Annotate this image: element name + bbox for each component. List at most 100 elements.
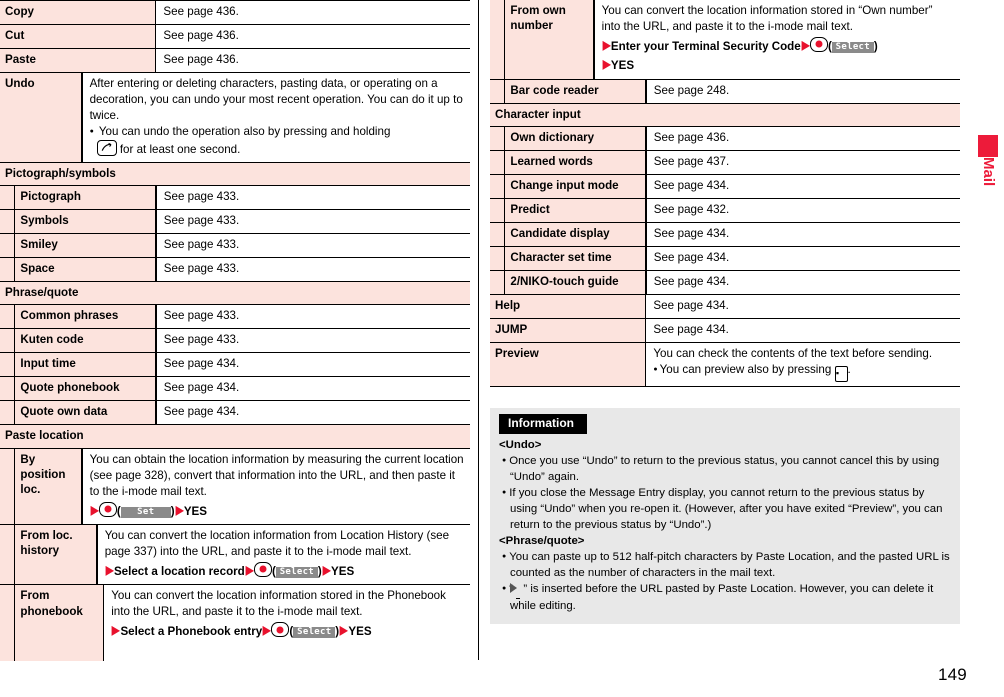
indent-spacer: [490, 151, 504, 174]
indent-spacer: [0, 401, 14, 425]
section-label: Character input: [490, 103, 960, 127]
right-column: From own number You can convert the loca…: [490, 0, 960, 625]
step-label: Enter your Terminal Security Code: [610, 39, 801, 53]
indent-spacer: [490, 270, 504, 294]
table-row: Input time See page 434.: [0, 352, 470, 377]
row-desc-text: You can convert the location information…: [104, 528, 450, 558]
information-bullet: You can paste up to 512 half-pitch chara…: [499, 550, 951, 582]
row-desc: See page 434.: [646, 175, 960, 198]
row-desc: You can convert the location information…: [104, 585, 470, 662]
step-label: YES: [610, 59, 635, 73]
indent-spacer: [0, 186, 14, 210]
row-label: From loc. history: [15, 524, 97, 585]
select-key-icon: [809, 36, 828, 52]
paste-marker-icon: [510, 582, 521, 600]
step-label: Select a Phonebook entry: [120, 625, 263, 639]
row-label: JUMP: [490, 318, 645, 342]
table-row: Candidate display See page 434.: [490, 221, 960, 246]
row-desc: See page 433.: [156, 305, 470, 329]
table-row: JUMP See page 434.: [490, 317, 960, 342]
row-desc-text: You can check the contents of the text b…: [653, 346, 933, 360]
row-desc: See page 436.: [646, 127, 960, 151]
table-row: By position loc. You can obtain the loca…: [0, 447, 470, 524]
row-desc: See page 434.: [646, 270, 960, 294]
operation-sequence: ▶(Set)▶YES: [90, 501, 464, 520]
row-label: Character set time: [505, 246, 646, 270]
indent-spacer: [490, 127, 504, 151]
table-row: Copy See page 436.: [0, 0, 470, 24]
step-label: YES: [183, 504, 208, 518]
row-desc-text: You can obtain the location information …: [89, 452, 464, 498]
step-arrow-icon: ▶: [90, 502, 99, 517]
row-label: Pictograph: [15, 186, 156, 210]
table-row: Quote phonebook See page 434.: [0, 376, 470, 401]
indent-spacer: [0, 329, 14, 353]
table-row: 2/NIKO-touch guide See page 434.: [490, 269, 960, 294]
row-label: Own dictionary: [505, 127, 646, 151]
operation-sequence: ▶Enter your Terminal Security Code▶(Sele…: [602, 36, 954, 75]
table-row: Predict See page 432.: [490, 197, 960, 222]
row-bullet-text: You can undo the operation also by press…: [98, 124, 391, 138]
table-row: Learned words See page 437.: [490, 150, 960, 174]
row-desc: You can convert the location information…: [97, 524, 470, 585]
manual-page: Copy See page 436. Cut See page 436. Pas…: [0, 0, 1004, 697]
row-label: Predict: [505, 198, 646, 222]
select-key-icon: [254, 561, 272, 577]
preview-key-icon: ▪: [834, 365, 848, 382]
information-bullet: If you close the Message Entry display, …: [499, 486, 951, 534]
operation-sequence: ▶Select a Phonebook entry▶(Select)▶YES: [111, 621, 464, 640]
table-row: From phonebook You can convert the locat…: [0, 584, 470, 662]
step-arrow-icon: ▶: [801, 37, 810, 52]
row-label: Copy: [0, 1, 155, 24]
row-label: Preview: [490, 342, 645, 386]
operation-sequence: ▶Select a location record▶(Select)▶YES: [105, 561, 464, 580]
step-arrow-icon: ▶: [602, 57, 611, 72]
row-desc: See page 434.: [646, 318, 960, 342]
row-desc: See page 433.: [156, 329, 470, 353]
row-label: Smiley: [15, 234, 156, 258]
row-label: Cut: [0, 24, 155, 48]
row-label: Symbols: [15, 210, 156, 234]
row-desc: See page 434.: [646, 222, 960, 246]
row-desc: See page 433.: [156, 210, 470, 234]
step-arrow-icon: ▶: [175, 502, 184, 517]
row-desc: You can convert the location information…: [594, 0, 960, 79]
row-desc: See page 248.: [646, 79, 960, 103]
row-desc: See page 433.: [156, 258, 470, 282]
indent-spacer: [0, 448, 14, 524]
table-row: Character set time See page 434.: [490, 245, 960, 270]
table-row: Change input mode See page 434.: [490, 174, 960, 198]
indent-spacer: [490, 175, 504, 198]
indent-spacer: [0, 353, 14, 377]
section-row: Phrase/quote: [0, 281, 470, 305]
row-bullet: You can preview also by pressing ▪.: [653, 362, 954, 382]
section-tab-label: Mail: [980, 157, 997, 187]
paren-close: ): [873, 39, 878, 53]
indent-spacer: [0, 377, 14, 401]
information-bullet: Once you use “Undo” to return to the pre…: [499, 454, 951, 486]
information-heading: <Undo>: [499, 438, 542, 451]
information-bullet-text: ” is inserted before the URL pasted by P…: [510, 583, 934, 613]
row-label: Bar code reader: [505, 79, 646, 103]
softkey-label: Select: [831, 41, 874, 53]
table-row: Paste See page 436.: [0, 47, 470, 72]
select-key-icon: [271, 622, 290, 638]
column-divider: [478, 0, 479, 660]
table-row: Kuten code See page 433.: [0, 328, 470, 353]
paren-close: ): [170, 504, 175, 518]
row-desc: See page 434.: [646, 246, 960, 270]
table-row: Help See page 434.: [490, 293, 960, 318]
row-label: From phonebook: [15, 585, 103, 662]
row-desc: See page 432.: [646, 198, 960, 222]
row-label: Space: [15, 258, 156, 282]
section-label: Pictograph/symbols: [0, 162, 470, 186]
paren-close: ): [335, 625, 340, 639]
indent-spacer: [490, 0, 504, 79]
row-desc: See page 436.: [156, 48, 470, 72]
row-label: Undo: [0, 72, 82, 162]
row-desc-text: You can convert the location information…: [601, 4, 933, 33]
table-row: From own number You can convert the loca…: [490, 0, 960, 79]
indent-spacer: [490, 222, 504, 246]
information-bullet-with-icon: “ ” is inserted before the URL pasted by…: [499, 582, 951, 615]
step-arrow-icon: ▶: [111, 623, 120, 638]
